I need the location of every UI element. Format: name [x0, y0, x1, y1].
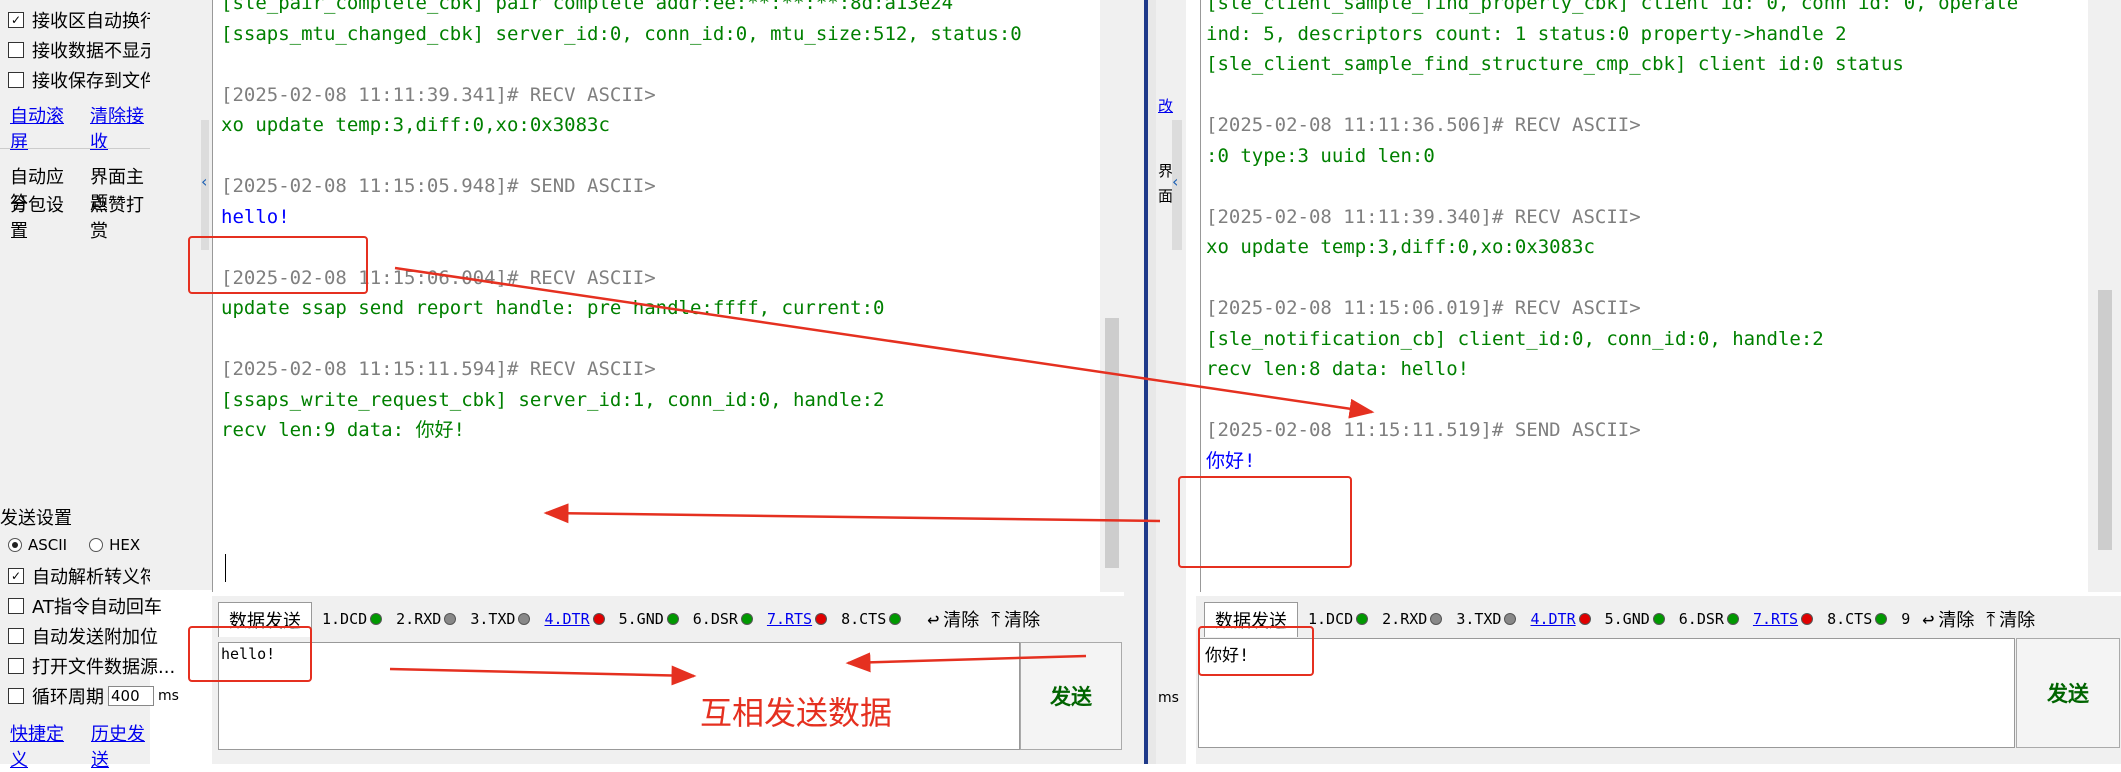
arrow-nihao-to-left — [543, 503, 1161, 524]
annotation-label: 互相发送数据 — [700, 694, 893, 732]
arrow-send-left — [845, 652, 1087, 673]
arrow-send-right — [389, 665, 697, 686]
arrow-hello-to-right — [394, 266, 1375, 419]
annotation-arrows — [389, 266, 1375, 686]
